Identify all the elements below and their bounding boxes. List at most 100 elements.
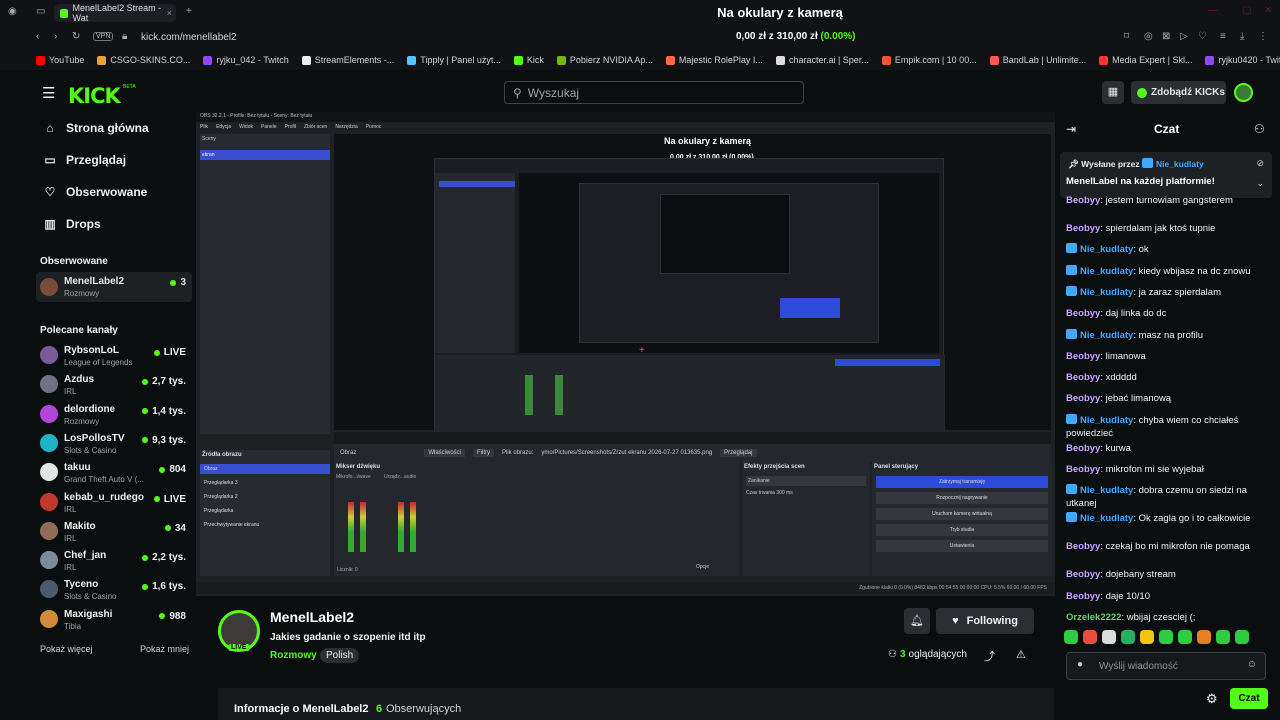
chevron-down-icon[interactable]: ⌄ xyxy=(1256,178,1264,189)
recommended-channel-row[interactable]: LosPollosTV Slots & Casino 9,3 tys. xyxy=(40,432,190,460)
bookmark-item[interactable]: YouTube xyxy=(36,55,84,65)
stream-manager-icon[interactable]: ▦ xyxy=(1102,81,1124,104)
maximize-icon[interactable]: ▢ xyxy=(1242,5,1251,16)
chat-username[interactable]: Nie_kudlaty xyxy=(1080,244,1133,255)
chat-message[interactable]: Orzelek2222: wbijaj czesciej (; xyxy=(1066,611,1266,624)
bookmark-item[interactable]: BandLab | Unlimite... xyxy=(989,55,1086,65)
hamburger-menu-icon[interactable]: ☰ xyxy=(42,84,55,102)
chat-message[interactable]: Nie_kudlaty: dobra czemu on siedzi na ut… xyxy=(1066,484,1266,510)
chat-username[interactable]: Beobyy xyxy=(1066,195,1100,206)
tab-active[interactable]: MenelLabel2 Stream - Wat × xyxy=(54,3,176,23)
chat-username[interactable]: Beobyy xyxy=(1066,464,1100,475)
vpn-badge[interactable]: VPN xyxy=(93,32,114,41)
recommended-channel-row[interactable]: Tyceno Slots & Casino 1,6 tys. xyxy=(40,578,190,606)
bookmark-item[interactable]: Media Expert | Skl... xyxy=(1099,55,1192,65)
notification-bell-icon[interactable]: 🔔︎ xyxy=(904,608,930,634)
chat-username[interactable]: Beobyy xyxy=(1066,351,1100,362)
recommended-channel-row[interactable]: Azdus IRL 2,7 tys. xyxy=(40,373,190,401)
minimize-icon[interactable]: — xyxy=(1208,5,1218,16)
nav-item-heart[interactable]: ♡ Obserwowane xyxy=(44,185,148,199)
emote-icon[interactable] xyxy=(1140,630,1154,644)
report-icon[interactable]: ⚠ xyxy=(1016,648,1026,661)
chat-message[interactable]: Nie_kudlaty: ja zaraz spierdalam xyxy=(1066,285,1266,299)
following-button[interactable]: ♥ Following xyxy=(936,608,1034,634)
reload-icon[interactable]: ↻ xyxy=(72,31,80,42)
emote-icon[interactable] xyxy=(1216,630,1230,644)
nav-item-browse[interactable]: ▭ Przeglądaj xyxy=(44,153,126,167)
chat-message[interactable]: Beobyy: kurwa xyxy=(1066,442,1266,455)
forward-icon[interactable]: › xyxy=(54,31,57,42)
nav-item-home[interactable]: ⌂ Strona główna xyxy=(44,121,148,135)
stream-category[interactable]: Rozmowy xyxy=(270,650,317,661)
unpin-icon[interactable]: ⊘ xyxy=(1256,158,1264,169)
emote-icon[interactable] xyxy=(1083,630,1097,644)
following-channel-row[interactable]: MenelLabel2 Rozmowy 3 xyxy=(36,272,192,302)
new-tab-icon[interactable]: + xyxy=(186,6,192,17)
pinned-message[interactable]: 📌︎ Wysłane przez Nie_kudlaty MenelLabel … xyxy=(1060,152,1272,198)
url-bar[interactable]: kick.com/menellabel2 xyxy=(141,32,237,43)
chat-username[interactable]: Beobyy xyxy=(1066,443,1100,454)
chat-username[interactable]: Nie_kudlaty xyxy=(1080,330,1133,341)
tabs-overview-icon[interactable]: ▭ xyxy=(36,6,45,17)
chat-message[interactable]: Beobyy: mikrofon mi sie wyjebał xyxy=(1066,463,1266,476)
chat-message[interactable]: Beobyy: limanowa xyxy=(1066,350,1266,363)
bookmark-item[interactable]: ryjku_042 - Twitch xyxy=(203,55,289,65)
bookmark-item[interactable]: Empik.com | 10 00... xyxy=(881,55,977,65)
chat-message[interactable]: Beobyy: spierdalam jak ktoś tupnie xyxy=(1066,222,1266,235)
bookmark-item[interactable]: Majestic RolePlay I... xyxy=(665,55,763,65)
chat-message[interactable]: Beobyy: daj linka do dc xyxy=(1066,307,1266,320)
nav-item-drops[interactable]: ▥ Drops xyxy=(44,217,100,231)
screenshot-icon[interactable]: ⊠ xyxy=(1162,31,1170,42)
language-tag[interactable]: Polish xyxy=(320,648,360,663)
bookmark-item[interactable]: StreamElements -... xyxy=(301,55,394,65)
bookmark-item[interactable]: Kick xyxy=(513,55,544,65)
search-input[interactable]: ⚲ Wyszukaj xyxy=(504,81,804,104)
emote-icon[interactable] xyxy=(1064,630,1078,644)
bookmark-item[interactable]: Pobierz NVIDIA Ap... xyxy=(556,55,653,65)
chat-send-button[interactable]: Czat xyxy=(1230,688,1268,709)
recommended-channel-row[interactable]: RybsonLoL League of Legends LIVE xyxy=(40,344,190,372)
recommended-channel-row[interactable]: kebab_u_rudego IRL LIVE xyxy=(40,491,190,519)
emote-icon[interactable] xyxy=(1197,630,1211,644)
chat-message[interactable]: Nie_kudlaty: masz na profilu xyxy=(1066,328,1266,342)
emote-icon[interactable] xyxy=(1121,630,1135,644)
chat-message[interactable]: Nie_kudlaty: chyba wiem co chciałeś powi… xyxy=(1066,413,1266,440)
emote-icon[interactable] xyxy=(1159,630,1173,644)
pin-icon[interactable]: ⌑ xyxy=(1124,31,1129,42)
download-icon[interactable]: ⤓ xyxy=(1240,31,1244,42)
user-avatar[interactable] xyxy=(1234,83,1253,102)
chat-message[interactable]: Beobyy: jebać limanową xyxy=(1066,392,1266,405)
close-window-icon[interactable]: ✕ xyxy=(1264,5,1272,16)
chat-message[interactable]: Nie_kudlaty: Ok zagla go i to całkowicie xyxy=(1066,512,1266,525)
close-tab-icon[interactable]: × xyxy=(167,8,172,18)
chat-username[interactable]: Nie_kudlaty xyxy=(1080,485,1133,496)
chat-username[interactable]: Beobyy xyxy=(1066,372,1100,383)
emote-icon[interactable] xyxy=(1235,630,1249,644)
chat-message[interactable]: Beobyy: daje 10/10 xyxy=(1066,590,1266,603)
app-menu-icon[interactable]: ◉ xyxy=(8,6,17,17)
recommended-channel-row[interactable]: Makito IRL 34 xyxy=(40,520,190,548)
chat-message[interactable]: Nie_kudlaty: kiedy wbijasz na dc znowu xyxy=(1066,264,1266,278)
chat-message[interactable]: Beobyy: dojebany stream xyxy=(1066,568,1266,581)
show-less-link[interactable]: Pokaż mniej xyxy=(140,644,189,654)
menu-lines-icon[interactable]: ≡ xyxy=(1220,31,1226,42)
heart-outline-icon[interactable]: ♡ xyxy=(1198,31,1207,42)
camera-icon[interactable]: ◎ xyxy=(1144,31,1153,42)
bookmark-item[interactable]: ryjku0420 - Twitch xyxy=(1205,55,1280,65)
chat-username[interactable]: Orzelek2222 xyxy=(1066,612,1121,623)
recommended-channel-row[interactable]: takuu Grand Theft Auto V (... 804 xyxy=(40,461,190,489)
channel-name[interactable]: MenelLabel2 xyxy=(270,609,354,625)
chat-message[interactable]: Nie_kudlaty: ok xyxy=(1066,243,1266,256)
collapse-chat-icon[interactable]: ⇥ xyxy=(1066,122,1076,136)
bookmark-item[interactable]: character.ai | Sper... xyxy=(775,55,869,65)
chat-users-icon[interactable]: ⚇ xyxy=(1254,122,1265,136)
bookmark-item[interactable]: CSGO-SKINS.CO... xyxy=(97,55,190,65)
recommended-channel-row[interactable]: Chef_jan IRL 2,2 tys. xyxy=(40,549,190,577)
chat-message[interactable]: Beobyy: czekaj bo mi mikrofon nie pomaga xyxy=(1066,540,1266,553)
kick-logo[interactable]: KICK xyxy=(68,84,121,108)
get-kicks-button[interactable]: Zdobądź KICKs xyxy=(1131,81,1226,104)
back-icon[interactable]: ‹ xyxy=(36,31,39,42)
play-icon[interactable]: ▷ xyxy=(1180,31,1188,42)
settings-icon[interactable]: ⋮ xyxy=(1258,31,1268,42)
chat-username[interactable]: Beobyy xyxy=(1066,393,1100,404)
